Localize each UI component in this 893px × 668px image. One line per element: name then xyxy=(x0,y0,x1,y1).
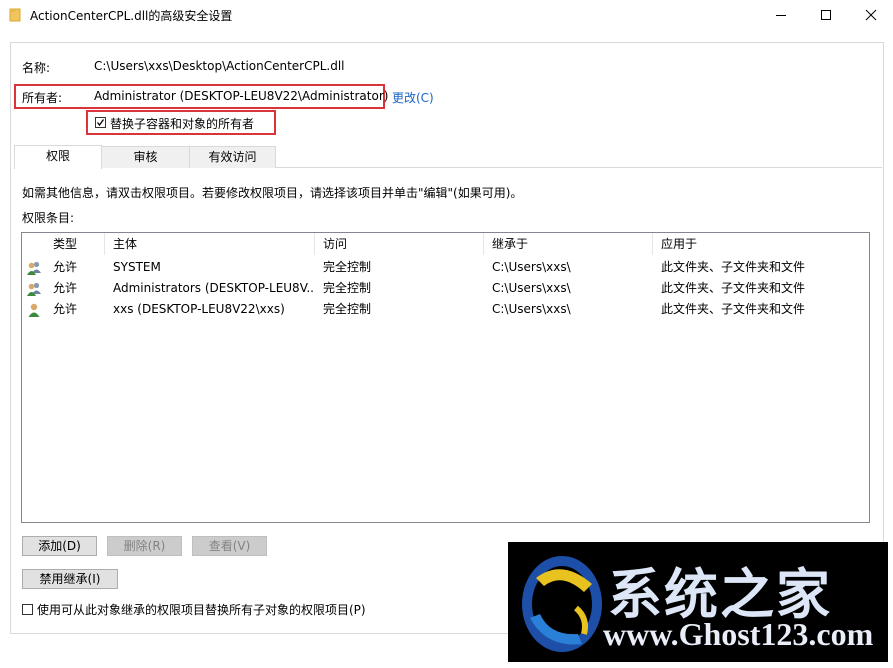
watermark-logo: 系统之家 www.Ghost123.com xyxy=(508,542,888,662)
folder-icon xyxy=(9,8,21,22)
user-icon xyxy=(28,303,40,317)
replace-child-permissions-checkbox[interactable] xyxy=(22,604,33,615)
cell-inherited: C:\Users\xxs\ xyxy=(492,260,571,274)
cell-access: 完全控制 xyxy=(323,281,372,295)
close-icon xyxy=(865,9,876,21)
cell-principal: SYSTEM xyxy=(113,260,161,274)
cell-access: 完全控制 xyxy=(323,302,372,316)
minimize-icon xyxy=(775,15,786,16)
cell-type: 允许 xyxy=(53,260,78,274)
column-header-access[interactable]: 访问 xyxy=(315,233,484,255)
change-owner-link[interactable]: 更改(C) xyxy=(392,89,434,106)
column-header-type[interactable]: 类型 xyxy=(45,233,105,255)
column-header-applies[interactable]: 应用于 xyxy=(653,233,869,255)
window-title: ActionCenterCPL.dll的高级安全设置 xyxy=(30,9,233,23)
tab-auditing[interactable]: 审核 xyxy=(101,146,190,168)
table-row[interactable]: 允许 xxs (DESKTOP-LEU8V22\xxs) 完全控制 C:\Use… xyxy=(22,299,869,320)
maximize-icon xyxy=(820,10,831,20)
title-bar: ActionCenterCPL.dll的高级安全设置 xyxy=(0,0,893,30)
cell-principal: xxs (DESKTOP-LEU8V22\xxs) xyxy=(113,302,285,316)
user-group-icon xyxy=(27,282,41,296)
cell-applies: 此文件夹、子文件夹和文件 xyxy=(661,302,806,316)
cell-applies: 此文件夹、子文件夹和文件 xyxy=(661,281,806,295)
cell-inherited: C:\Users\xxs\ xyxy=(492,302,571,316)
column-header-principal[interactable]: 主体 xyxy=(105,233,315,255)
column-header-inherited[interactable]: 继承于 xyxy=(484,233,653,255)
cell-type: 允许 xyxy=(53,281,78,295)
cell-principal: Administrators (DESKTOP-LEU8V... xyxy=(113,281,315,295)
close-button[interactable] xyxy=(848,0,893,30)
maximize-button[interactable] xyxy=(803,0,848,30)
table-row[interactable]: 允许 SYSTEM 完全控制 C:\Users\xxs\ 此文件夹、子文件夹和文… xyxy=(22,257,869,278)
replace-owner-checkbox[interactable] xyxy=(95,117,106,128)
info-text: 如需其他信息，请双击权限项目。若要修改权限项目，请选择该项目并单击"编辑"(如果… xyxy=(22,186,523,200)
cell-inherited: C:\Users\xxs\ xyxy=(492,281,571,295)
list-header: 类型 主体 访问 继承于 应用于 xyxy=(22,233,869,255)
table-row[interactable]: 允许 Administrators (DESKTOP-LEU8V... 完全控制… xyxy=(22,278,869,299)
minimize-button[interactable] xyxy=(758,0,803,30)
watermark-url: www.Ghost123.com xyxy=(603,616,874,652)
cell-applies: 此文件夹、子文件夹和文件 xyxy=(661,260,806,274)
cell-type: 允许 xyxy=(53,302,78,316)
checkmark-icon xyxy=(96,119,105,127)
ghost-logo-icon xyxy=(522,556,602,652)
header-spacer xyxy=(22,233,45,255)
tab-permissions[interactable]: 权限 xyxy=(14,145,102,169)
name-value: C:\Users\xxs\Desktop\ActionCenterCPL.dll xyxy=(94,59,345,73)
owner-label: 所有者: xyxy=(22,91,63,105)
entries-label: 权限条目: xyxy=(22,211,75,225)
name-label: 名称: xyxy=(22,61,51,75)
tab-effective-access[interactable]: 有效访问 xyxy=(189,146,276,168)
add-button[interactable]: 添加(D) xyxy=(22,536,97,556)
permissions-list[interactable]: 类型 主体 访问 继承于 应用于 允许 SYSTEM 完全控制 C:\Users… xyxy=(21,232,870,523)
disable-inheritance-button[interactable]: 禁用继承(I) xyxy=(22,569,118,589)
user-group-icon xyxy=(27,261,41,275)
cell-access: 完全控制 xyxy=(323,260,372,274)
replace-child-permissions-label[interactable]: 使用可从此对象继承的权限项目替换所有子对象的权限项目(P) xyxy=(37,601,366,618)
remove-button[interactable]: 删除(R) xyxy=(107,536,182,556)
owner-value: Administrator (DESKTOP-LEU8V22\Administr… xyxy=(94,89,389,103)
view-button[interactable]: 查看(V) xyxy=(192,536,267,556)
replace-owner-label[interactable]: 替换子容器和对象的所有者 xyxy=(110,115,254,132)
